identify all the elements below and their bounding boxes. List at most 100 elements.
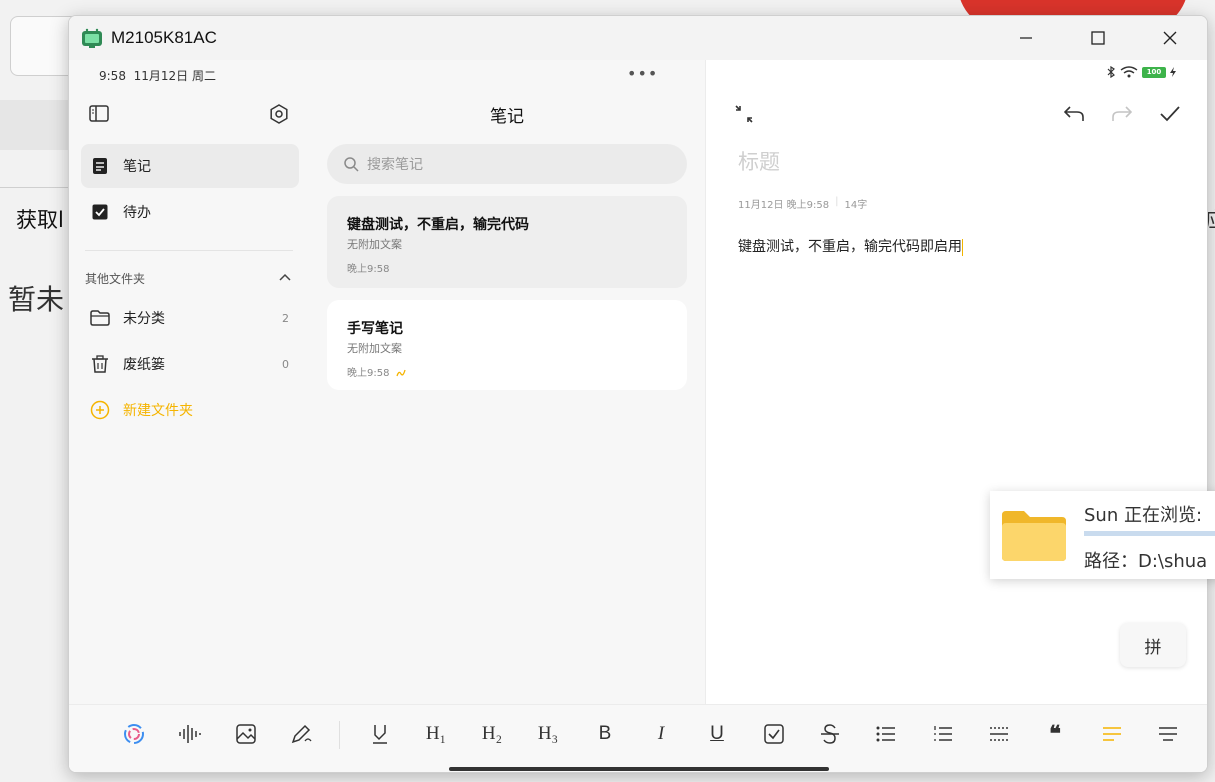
align-center-button[interactable] [1151,717,1185,751]
handwriting-icon [396,369,406,377]
folder-count: 0 [282,357,289,371]
sidebar-item-label: 未分类 [123,311,165,327]
sidebar-item-notes[interactable]: 笔记 [81,144,299,188]
bluetooth-icon [1107,66,1115,78]
new-folder-label: 新建文件夹 [123,403,193,419]
minimize-icon [1020,37,1032,39]
note-title-input[interactable]: 标题 [738,146,780,176]
search-icon [344,157,359,172]
more-menu-button[interactable]: ••• [627,64,658,83]
note-meta: 11月12日 晚上9:58 | 14字 [738,196,867,211]
collapse-button[interactable] [732,102,756,126]
ime-mode-button[interactable]: 拼 [1120,623,1186,667]
bullet-list-icon [876,726,895,742]
undo-icon [1064,106,1084,121]
title-bar[interactable]: M2105K81AC [69,16,1207,60]
bold-button[interactable]: B [588,717,622,751]
word-count: 14字 [844,200,868,211]
insert-image-button[interactable] [229,717,263,751]
collapse-icon [735,105,753,123]
strikethrough-button[interactable] [813,717,847,751]
sidebar-item-label: 废纸篓 [123,357,165,373]
sidebar-toggle-button[interactable] [87,102,111,126]
format-toolbar: H₁ H₂ H₃ B I U ❝ [69,704,1207,772]
heading1-button[interactable]: H₁ [419,717,453,751]
underline-button[interactable]: U [700,717,734,751]
done-button[interactable] [1158,102,1182,126]
maximize-button[interactable] [1063,16,1133,60]
minimize-button[interactable] [991,16,1061,60]
sidebar-item-label: 待办 [123,205,151,221]
highlighter-button[interactable] [363,717,397,751]
note-subtitle: 无附加文案 [347,238,402,251]
text-cursor [962,238,963,256]
pen-scribble-icon [291,724,312,744]
section-header: 其他文件夹 [85,272,146,286]
charging-icon [1170,67,1176,77]
note-card[interactable]: 键盘测试，不重启，输完代码 无附加文案 晚上9:58 [327,196,687,288]
trash-icon [90,354,110,374]
phone-screen: 9:58 11月12日 周二 ••• 笔记 待办 其他文件夹 未分类 2 废纸篓… [69,60,1207,772]
folder-icon [90,308,110,328]
checkmark-icon [1160,106,1180,122]
close-icon [1163,31,1177,45]
close-button[interactable] [1135,16,1205,60]
notification-path: 路径：D:\shua [1084,551,1208,572]
notification-title: Sun 正在浏览: [1084,505,1203,526]
background-text: 获取l [16,208,64,232]
sidebar-item-label: 笔记 [123,159,151,175]
note-subtitle: 无附加文案 [347,342,402,355]
align-left-icon [1103,727,1121,741]
sidebar-item-uncategorized[interactable]: 未分类 2 [81,296,299,340]
image-icon [236,724,256,744]
quote-button[interactable]: ❝ [1038,717,1072,751]
bullet-list-button[interactable] [869,717,903,751]
undo-button[interactable] [1062,102,1086,126]
note-body-editor[interactable]: 键盘测试，不重启，输完代码即启用 [738,236,963,256]
sidebar-item-todo[interactable]: 待办 [81,190,299,234]
meta-separator: | [835,196,839,207]
italic-button[interactable]: I [644,717,678,751]
heading2-button[interactable]: H₂ [475,717,509,751]
settings-button[interactable] [267,102,291,126]
file-browse-notification[interactable]: Sun 正在浏览: 路径：D:\shua [990,491,1215,579]
collapse-folders-button[interactable] [277,269,293,285]
gear-icon [270,104,288,124]
notes-list-title: 笔记 [490,107,524,127]
checklist-icon [764,724,784,744]
redo-button[interactable] [1110,102,1134,126]
highlighter-icon [373,725,387,744]
background-text: 暂未 [8,283,65,316]
home-indicator[interactable] [449,767,829,771]
folder-icon [1002,511,1066,561]
divider-line-icon [990,727,1008,741]
note-time: 晚上9:58 [347,264,390,275]
search-input[interactable]: 搜索笔记 [327,144,687,184]
audio-record-button[interactable] [173,717,207,751]
add-circle-icon [90,400,110,420]
chevron-up-icon [279,273,291,281]
notification-progress [1084,531,1215,536]
handwrite-button[interactable] [285,717,319,751]
notes-left-pane: 9:58 11月12日 周二 ••• 笔记 待办 其他文件夹 未分类 2 废纸篓… [69,60,705,704]
search-placeholder: 搜索笔记 [367,157,423,173]
sidebar-item-trash[interactable]: 废纸篓 0 [81,342,299,386]
align-center-icon [1159,727,1177,741]
note-time: 晚上9:58 [347,364,406,379]
align-left-button[interactable] [1095,717,1129,751]
heading3-button[interactable]: H₃ [531,717,565,751]
note-card[interactable]: 手写笔记 无附加文案 晚上9:58 [327,300,687,390]
window-title: M2105K81AC [111,28,217,47]
numbered-list-icon [934,726,952,741]
folder-count: 2 [282,311,289,325]
checklist-button[interactable] [757,717,791,751]
new-folder-button[interactable]: 新建文件夹 [81,388,299,432]
sidebar-toggle-icon [89,105,109,122]
waveform-icon [179,725,201,743]
divider-button[interactable] [982,717,1016,751]
battery-icon: 100 [1142,66,1166,78]
numbered-list-button[interactable] [926,717,960,751]
background-divider [0,187,68,188]
ai-assist-button[interactable] [117,717,151,751]
checkbox-icon [90,202,110,222]
